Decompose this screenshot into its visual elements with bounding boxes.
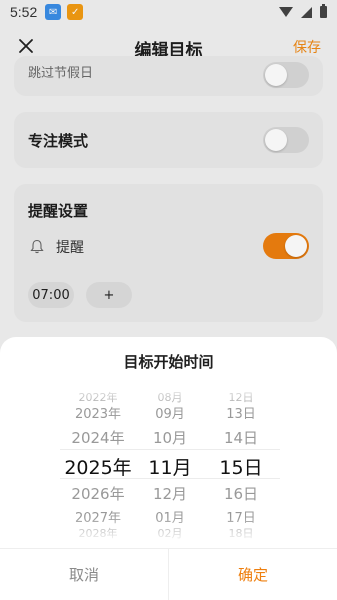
day-option[interactable]: 14日	[201, 427, 281, 448]
year-option[interactable]: 2027年	[58, 507, 138, 526]
month-wheel[interactable]: 08月 09月 10月 11月 12月 01月 02月	[130, 383, 210, 543]
month-option[interactable]: 02月	[130, 525, 210, 541]
sheet-actions: 取消 确定	[0, 548, 337, 600]
year-option[interactable]: 2025年	[58, 453, 138, 480]
year-option[interactable]: 2023年	[58, 403, 138, 422]
day-option[interactable]: 13日	[201, 403, 281, 422]
day-option[interactable]: 18日	[201, 525, 281, 541]
date-picker-sheet: 目标开始时间 2022年 2023年 2024年 2025年 2026年 2027年 202…	[0, 337, 337, 600]
year-wheel[interactable]: 2022年 2023年 2024年 2025年 2026年 2027年 2028年	[58, 383, 138, 543]
year-option[interactable]: 2024年	[58, 427, 138, 448]
sheet-title: 目标开始时间	[123, 353, 214, 371]
year-option[interactable]: 2028年	[58, 525, 138, 541]
month-option[interactable]: 09月	[130, 403, 210, 422]
confirm-button[interactable]: 确定	[169, 549, 337, 600]
month-option[interactable]: 01月	[130, 507, 210, 526]
day-option[interactable]: 15日	[201, 453, 281, 480]
cancel-button[interactable]: 取消	[0, 549, 169, 600]
month-option[interactable]: 11月	[130, 453, 210, 480]
day-wheel[interactable]: 12日 13日 14日 15日 16日 17日 18日	[201, 383, 281, 543]
day-option[interactable]: 17日	[201, 507, 281, 526]
date-wheel-picker: 2022年 2023年 2024年 2025年 2026年 2027年 2028年 08月 0…	[0, 383, 337, 543]
month-option[interactable]: 10月	[130, 427, 210, 448]
day-option[interactable]: 16日	[201, 483, 281, 504]
month-option[interactable]: 12月	[130, 483, 210, 504]
year-option[interactable]: 2026年	[58, 483, 138, 504]
